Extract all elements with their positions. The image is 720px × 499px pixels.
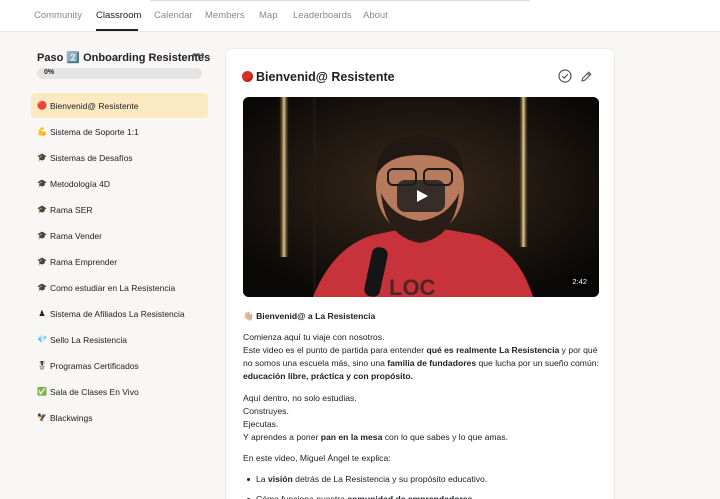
sidebar-lesson-item[interactable]: ♟ Sistema de Afiliados La Resistencia bbox=[31, 301, 208, 326]
bullet-item: Cómo funciona nuestra comunidad de empre… bbox=[246, 494, 473, 499]
lesson-title: Bienvenid@ Resistente bbox=[242, 70, 395, 84]
second-paragraph: Aquí dentro, no solo estudias. Construye… bbox=[243, 392, 603, 444]
video-duration: 2:42 bbox=[568, 275, 591, 288]
progress-label: 0% bbox=[44, 69, 55, 76]
top-divider bbox=[150, 0, 530, 1]
top-navigation: Community Classroom Calendar Members Map… bbox=[0, 0, 720, 32]
bold-text: educación libre, práctica y con propósit… bbox=[243, 371, 414, 381]
bullet-item: La visión detrás de La Resistencia y su … bbox=[246, 474, 488, 484]
lesson-icon: 🎓 bbox=[37, 205, 47, 214]
sidebar-lesson-item[interactable]: 🎓 Rama Emprender bbox=[31, 249, 208, 274]
lesson-icon: 🎓 bbox=[37, 153, 47, 162]
sidebar-lesson-item[interactable]: 🎓 Sistemas de Desafíos bbox=[31, 145, 208, 170]
lesson-icon: 💪 bbox=[37, 127, 47, 136]
lesson-icon: ♟ bbox=[38, 309, 46, 318]
text-run: Y aprendes a poner bbox=[243, 432, 321, 442]
tab-members[interactable]: Members bbox=[205, 10, 245, 21]
bold-text: qué es realmente La Resistencia bbox=[426, 345, 560, 355]
course-progress-bar: 0% bbox=[37, 68, 202, 79]
text-run: que lucha por un sueño común: bbox=[476, 358, 599, 368]
sidebar-lesson-item[interactable]: 🔴 Bienvenid@ Resistente bbox=[31, 93, 208, 118]
text-run: La bbox=[256, 474, 268, 484]
text-run: Comienza aquí tu viaje con nosotros. bbox=[243, 332, 385, 342]
lesson-label: Rama Vender bbox=[50, 230, 102, 241]
lesson-label: Rama SER bbox=[50, 204, 93, 215]
sidebar-lesson-item[interactable]: 🎓 Metodología 4D bbox=[31, 171, 208, 196]
lesson-icon: 🎖 bbox=[36, 361, 48, 370]
lesson-label: Sistemas de Desafíos bbox=[50, 152, 133, 163]
lesson-icon: 🦅 bbox=[37, 413, 47, 422]
lesson-label: Sala de Clases En Vivo bbox=[50, 386, 139, 397]
text-run: con lo que sabes y lo que amas. bbox=[382, 432, 509, 442]
lesson-heading: 👋🏼 Bienvenid@ a La Resistencia bbox=[243, 310, 603, 323]
paragraph-line: Construyes. bbox=[243, 406, 289, 416]
lesson-label: Sistema de Afiliados La Resistencia bbox=[50, 308, 185, 319]
play-button[interactable] bbox=[397, 180, 445, 212]
tab-map[interactable]: Map bbox=[259, 10, 277, 21]
lesson-icon: 🎓 bbox=[37, 231, 47, 240]
lesson-icon: 🔴 bbox=[37, 101, 47, 110]
sidebar-lesson-item[interactable]: 🦅 Blackwings bbox=[31, 405, 208, 430]
lesson-icon: 🎓 bbox=[37, 257, 47, 266]
tab-calendar[interactable]: Calendar bbox=[154, 10, 193, 21]
text-run: detrás de La Resistencia y su propósito … bbox=[292, 474, 488, 484]
third-paragraph: En este video, Miguel Ángel te explica: bbox=[243, 453, 391, 463]
svg-text:LOC: LOC bbox=[389, 275, 436, 297]
lesson-content-card: Bienvenid@ Resistente LOC 2:42 👋🏼 Bienve… bbox=[225, 48, 615, 499]
paragraph-line: Ejecutas. bbox=[243, 419, 279, 429]
bold-text: pan en la mesa bbox=[320, 432, 383, 442]
text-run: Este video es el punto de partida para e… bbox=[243, 345, 427, 355]
pencil-icon[interactable] bbox=[580, 70, 593, 83]
tab-classroom[interactable]: Classroom bbox=[96, 10, 141, 21]
bold-text: visión bbox=[267, 474, 293, 484]
wave-icon: 👋🏼 bbox=[243, 311, 254, 321]
lesson-title-text: Bienvenid@ Resistente bbox=[256, 70, 395, 84]
check-circle-icon[interactable] bbox=[558, 69, 572, 83]
lesson-label: Sello La Resistencia bbox=[50, 334, 128, 345]
video-player[interactable]: LOC 2:42 bbox=[243, 97, 599, 297]
sidebar-lesson-item[interactable]: 🎓 Rama SER bbox=[31, 197, 208, 222]
intro-paragraph: Comienza aquí tu viaje con nosotros. Este… bbox=[243, 331, 603, 383]
active-tab-indicator bbox=[96, 29, 138, 31]
lesson-label: Metodología 4D bbox=[50, 178, 111, 189]
lesson-icon: 🎓 bbox=[37, 179, 47, 188]
tab-community[interactable]: Community bbox=[34, 10, 82, 21]
sidebar-lesson-item[interactable]: 💪 Sistema de Soporte 1:1 bbox=[31, 119, 208, 144]
course-title: Paso 2️⃣ Onboarding Resistentes bbox=[37, 52, 211, 64]
sidebar-lesson-item[interactable]: 🎓 Rama Vender bbox=[31, 223, 208, 248]
sidebar-lesson-item[interactable]: 🎖 Programas Certificados bbox=[31, 353, 208, 378]
lesson-label: Como estudiar en La Resistencia bbox=[50, 282, 176, 293]
lesson-icon: 💎 bbox=[37, 335, 47, 344]
text-run: Cómo funciona nuestra bbox=[256, 494, 348, 499]
lesson-label: Blackwings bbox=[50, 412, 93, 423]
lesson-label: Bienvenid@ Resistente bbox=[50, 100, 139, 111]
more-horizontal-icon[interactable]: ••• bbox=[192, 48, 205, 62]
sidebar-lesson-item[interactable]: 💎 Sello La Resistencia bbox=[31, 327, 208, 352]
tab-about[interactable]: About bbox=[363, 10, 388, 21]
bold-text: comunidad de emprendedores bbox=[347, 494, 473, 499]
paragraph-line: Y aprendes a poner pan en la mesa con lo… bbox=[243, 431, 603, 444]
lesson-label: Programas Certificados bbox=[50, 360, 139, 371]
tab-leaderboards[interactable]: Leaderboards bbox=[293, 10, 352, 21]
sidebar-lesson-item[interactable]: 🎓 Como estudiar en La Resistencia bbox=[31, 275, 208, 300]
lesson-heading-text: Bienvenid@ a La Resistencia bbox=[256, 311, 376, 321]
bold-text: familia de fundadores bbox=[387, 358, 477, 368]
lesson-icon: 🎓 bbox=[37, 283, 47, 292]
sidebar-lesson-item[interactable]: ✅ Sala de Clases En Vivo bbox=[31, 379, 208, 404]
red-circle-icon bbox=[242, 71, 253, 82]
lesson-label: Sistema de Soporte 1:1 bbox=[50, 126, 139, 137]
lesson-icon: ✅ bbox=[37, 387, 47, 396]
lesson-label: Rama Emprender bbox=[50, 256, 118, 267]
paragraph-line: Aquí dentro, no solo estudias. bbox=[243, 393, 357, 403]
